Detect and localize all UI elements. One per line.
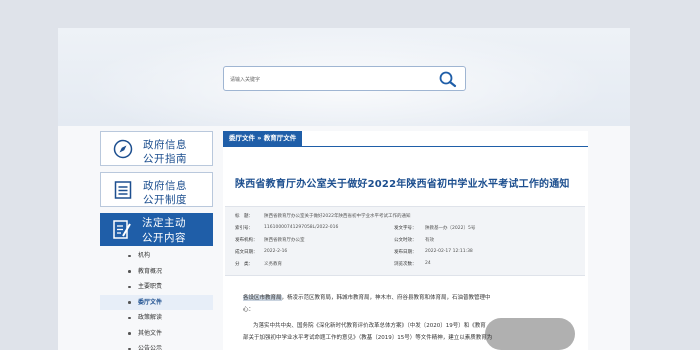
meta-value: 11610000741297058L/2022-016	[264, 225, 339, 230]
meta-key: 成文日期：	[235, 250, 258, 255]
nav-active-line1: 法定主动	[142, 217, 186, 229]
nav-guide-card[interactable]: 政府信息 公开指南	[100, 131, 213, 166]
breadcrumb[interactable]: 委厅文件 » 教育厅文件	[223, 131, 303, 146]
sub-nav-item-notices[interactable]: 公告公示	[100, 341, 213, 350]
body-text: ，杨凌示范区教育局，韩城市教育局，神木市、府谷县教育和体育局，石油普教管理中	[281, 295, 491, 301]
meta-row: 分 类： 义务教育 浏览次数： 24	[235, 261, 575, 272]
nav-active-line2: 公开内容	[142, 232, 186, 244]
meta-row: 成文日期： 2022-2-16 发布日期： 2022-02-17 12:11:3…	[235, 249, 575, 260]
meta-key: 分 类：	[235, 262, 253, 267]
search-input[interactable]	[230, 73, 430, 86]
search-bar	[223, 66, 466, 91]
meta-value: 陕西省教育厅办公室	[264, 238, 305, 243]
sub-nav-item-duties[interactable]: 主要职责	[100, 279, 213, 295]
body-paragraph: 各设区市教育局，杨凌示范区教育局，韩城市教育局，神木市、府谷县教育和体育局，石油…	[243, 293, 583, 301]
meta-key: 发布日期：	[394, 250, 417, 255]
nav-active-content[interactable]: 法定主动 公开内容	[100, 213, 213, 246]
meta-key: 发文字号：	[394, 226, 417, 231]
sub-nav-item-policy[interactable]: 政策解读	[100, 310, 213, 326]
highlighted-text: 各设区市教育局	[243, 295, 282, 301]
meta-value: 24	[425, 261, 431, 266]
meta-key: 发布机构：	[235, 238, 258, 243]
document-list-icon	[114, 181, 132, 199]
sub-nav-list: 机构 教育概况 主要职责 委厅文件 政策解读 其他文件 公告公示	[100, 248, 213, 350]
nav-guide-line2: 公开指南	[143, 153, 187, 165]
body-paragraph-cont: 心：	[243, 307, 255, 313]
nav-system-card[interactable]: 政府信息 公开制度	[100, 172, 213, 207]
metadata-box: 标 题： 陕西省教育厅办公室关于做好2022年陕西省初中学业水平考试工作的通知 …	[225, 206, 585, 276]
sub-nav-item-overview[interactable]: 教育概况	[100, 264, 213, 280]
sub-nav-item-documents[interactable]: 委厅文件	[100, 294, 213, 310]
search-icon	[439, 71, 457, 88]
meta-value: 陕教基一办〔2022〕5号	[425, 226, 476, 231]
edit-document-icon	[113, 220, 131, 239]
meta-key: 浏览次数：	[394, 262, 417, 267]
meta-row: 发布机构： 陕西省教育厅办公室 公文时效： 有效	[235, 237, 575, 248]
meta-row: 标 题： 陕西省教育厅办公室关于做好2022年陕西省初中学业水平考试工作的通知	[235, 213, 575, 224]
meta-value: 2022-02-17 12:11:38	[425, 249, 473, 254]
meta-row: 索引号： 11610000741297058L/2022-016 发文字号： 陕…	[235, 225, 575, 236]
search-button[interactable]	[437, 70, 459, 88]
meta-key: 公文时效：	[394, 238, 417, 243]
article-title: 陕西省教育厅办公室关于做好2022年陕西省初中学业水平考试工作的通知	[235, 179, 570, 190]
breadcrumb-divider	[223, 146, 588, 147]
sub-nav-item-other[interactable]: 其他文件	[100, 326, 213, 342]
meta-key: 索引号：	[235, 226, 253, 231]
meta-value: 陕西省教育厅办公室关于做好2022年陕西省初中学业水平考试工作的通知	[264, 214, 411, 219]
meta-value: 2022-2-16	[264, 249, 288, 254]
meta-value: 有效	[425, 238, 434, 243]
meta-key: 标 题：	[235, 214, 253, 219]
compass-icon	[113, 139, 133, 159]
sub-nav-item-org[interactable]: 机构	[100, 248, 213, 264]
nav-system-line2: 公开制度	[143, 194, 187, 206]
watermark-overlay	[485, 318, 575, 350]
nav-system-line1: 政府信息	[143, 180, 187, 192]
nav-guide-line1: 政府信息	[143, 139, 187, 151]
meta-value: 义务教育	[264, 262, 282, 267]
page: 政府信息 公开指南 政府信息 公开制度 法定主动 公开内容 机构 教育概况 主要…	[58, 28, 630, 350]
